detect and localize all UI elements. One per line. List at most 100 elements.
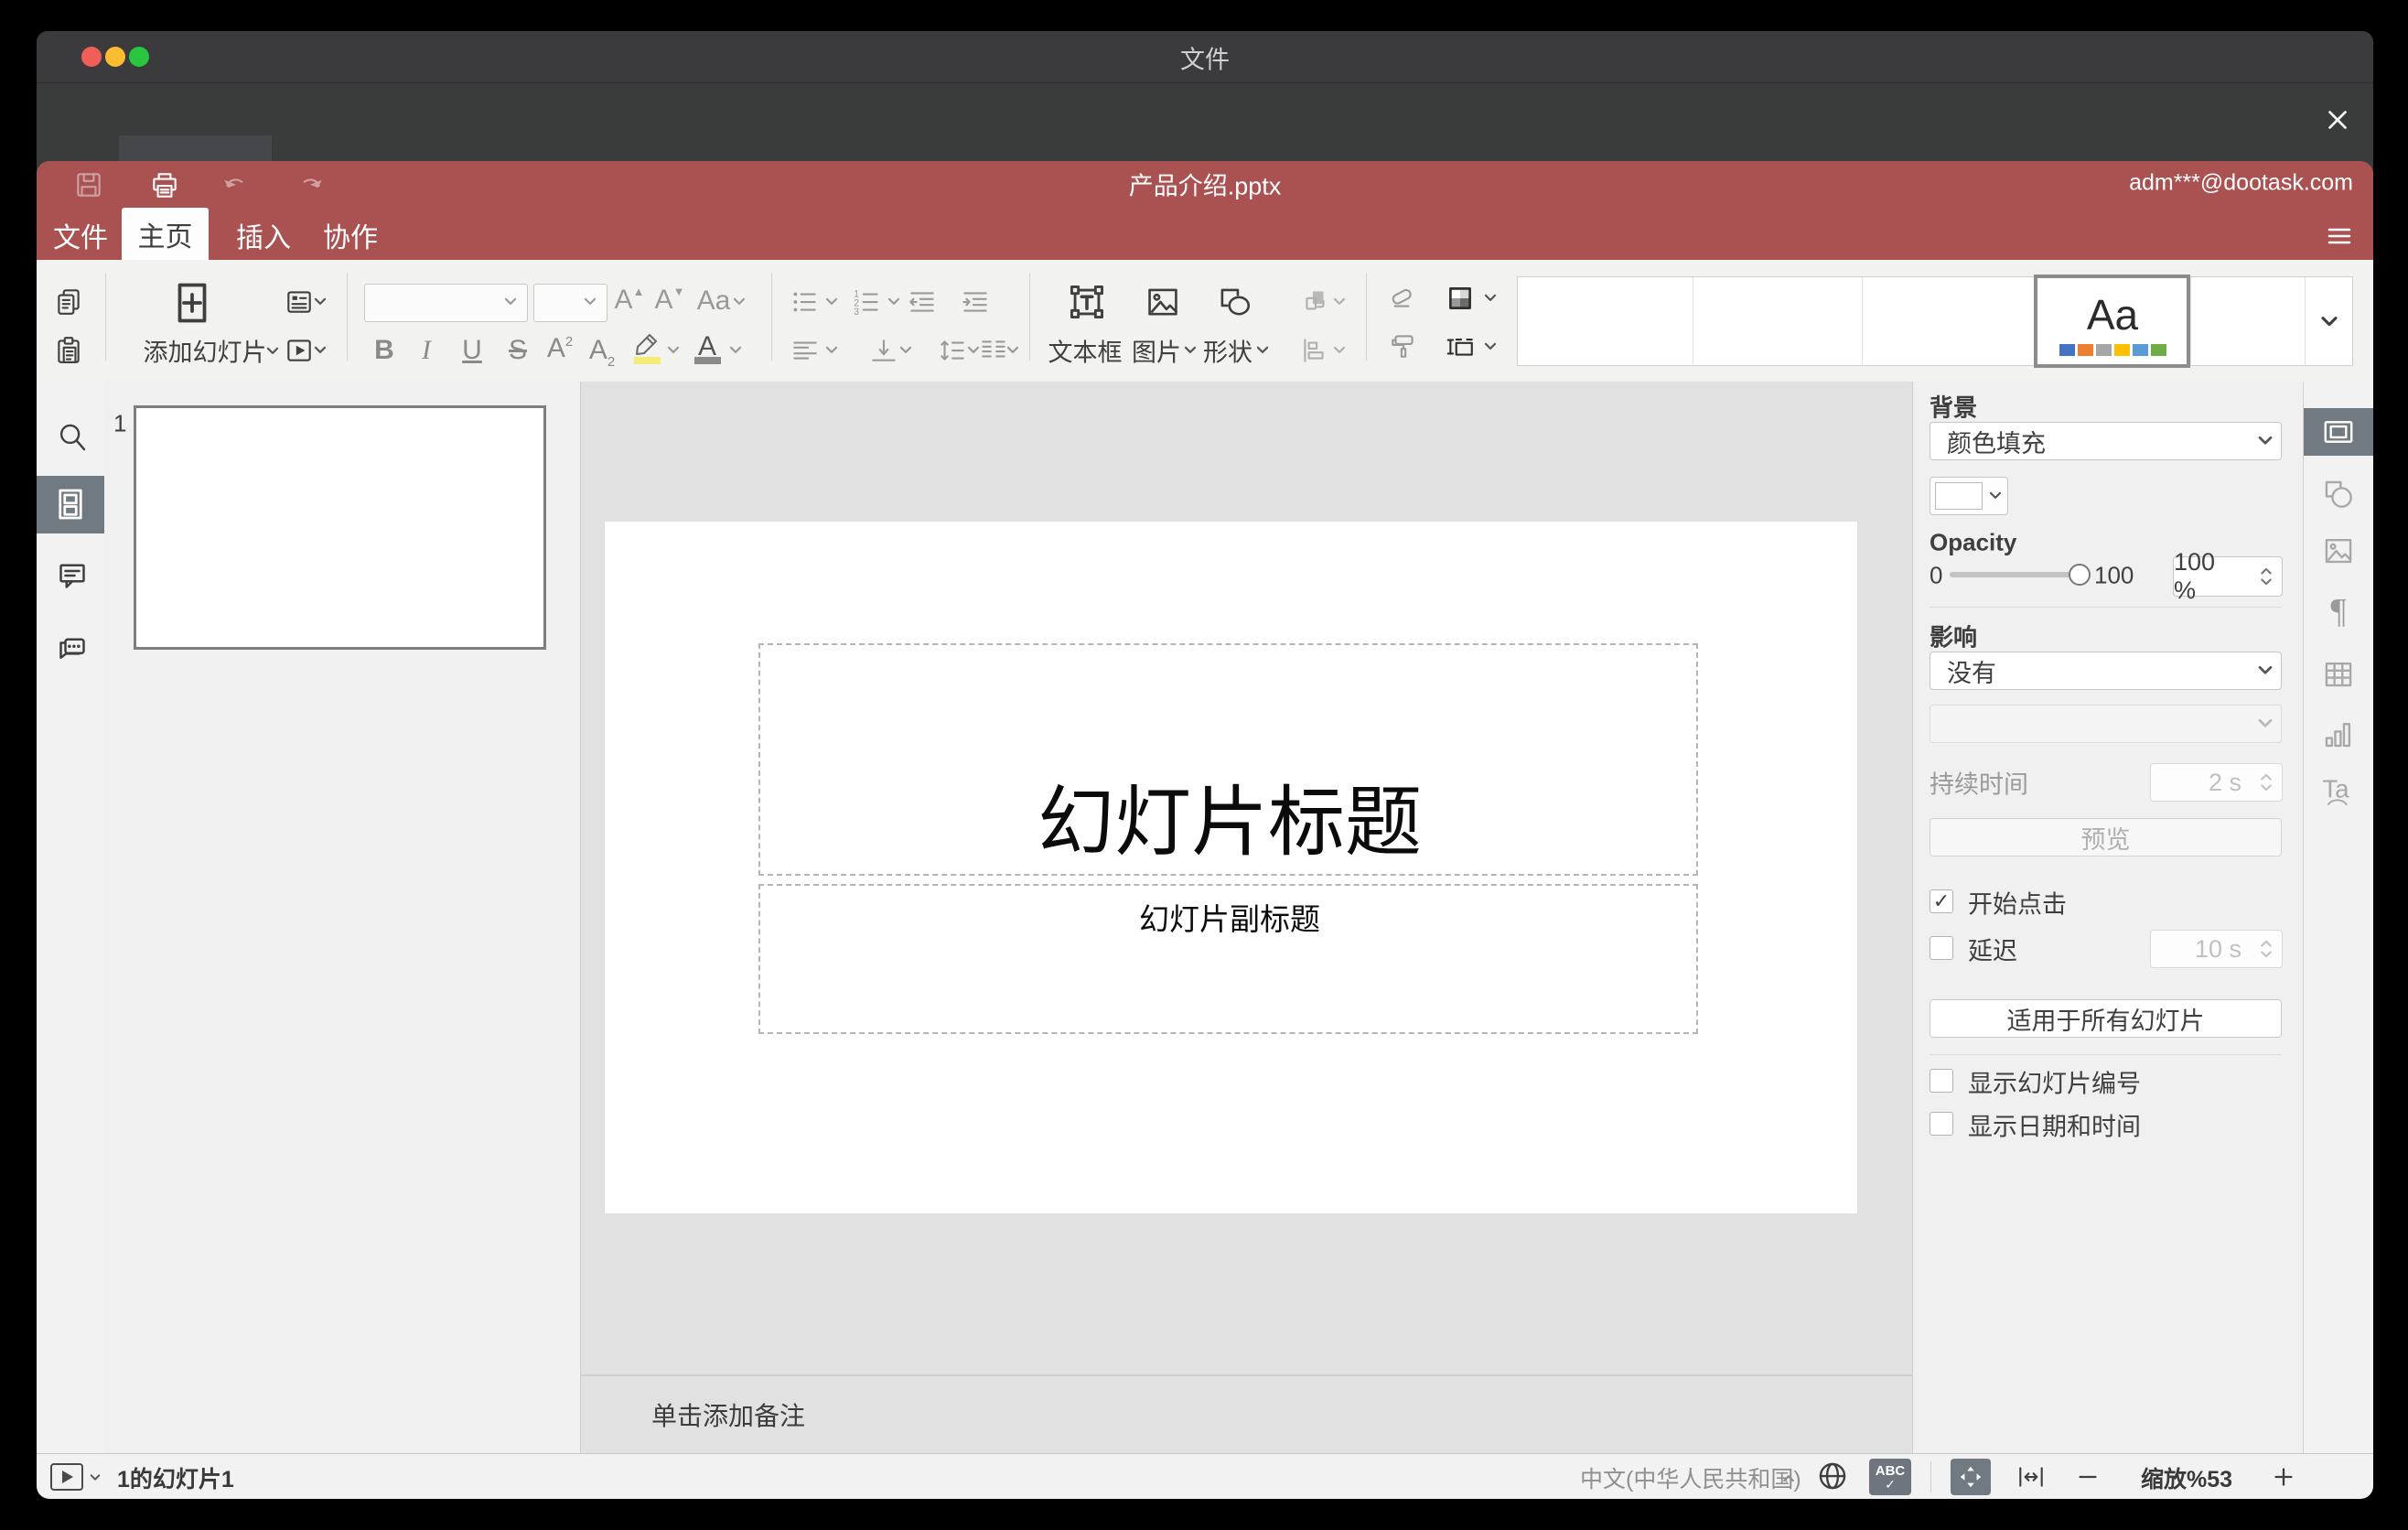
print-icon[interactable] [149,170,180,201]
chat-icon[interactable] [54,631,91,668]
theme-item-3[interactable] [1862,277,2034,365]
paragraph-settings-icon[interactable]: ¶ [2330,591,2346,631]
highlight-chevron-icon[interactable] [667,346,681,355]
font-color-chevron-icon[interactable] [729,346,743,355]
theme-gallery-expand[interactable] [2305,277,2354,365]
arrange-icon[interactable] [1300,286,1331,318]
show-date-time-checkbox[interactable] [1930,1112,1953,1136]
close-icon[interactable] [2324,106,2351,134]
start-on-click-checkbox[interactable]: ✓ [1930,889,1953,913]
notes-divider[interactable] [580,1374,1912,1376]
add-slide-button[interactable]: 添加幻灯片 [144,333,267,369]
image-settings-icon[interactable] [2321,533,2356,568]
decrease-indent-icon[interactable] [907,286,938,318]
minimize-traffic-light[interactable] [105,47,125,67]
vertical-align-icon[interactable] [868,335,899,366]
language-caret-icon[interactable] [1782,1473,1795,1482]
fill-color-chevron-icon[interactable] [1484,294,1498,303]
slide-layout-icon[interactable] [284,286,315,318]
numbered-list-icon[interactable]: 123 [852,286,883,318]
shape-settings-icon[interactable] [2321,477,2356,512]
bold-button[interactable]: B [374,335,394,366]
tab-slide-settings[interactable] [2304,408,2373,456]
effect-select[interactable]: 没有 [1930,652,2282,690]
tab-insert[interactable]: 插入 [222,210,305,260]
horizontal-align-icon[interactable] [790,335,821,366]
theme-item-5[interactable] [2190,277,2305,365]
zoom-traffic-light[interactable] [129,47,149,67]
start-slideshow-chevron-icon[interactable] [314,346,328,355]
zoom-out-icon[interactable] [2074,1463,2102,1491]
textart-settings-icon[interactable]: Ta [2320,772,2357,809]
arrange-chevron-icon[interactable] [1333,297,1347,307]
slide-subtitle-text[interactable]: 幻灯片副标题 [1139,895,1320,939]
search-icon[interactable] [55,420,90,455]
undo-icon[interactable] [220,171,252,202]
horizontal-align-chevron-icon[interactable] [825,346,839,355]
vertical-align-chevron-icon[interactable] [899,346,913,355]
shape-chevron-icon[interactable] [1256,346,1270,355]
tab-collaboration[interactable]: 协作 [309,210,392,260]
opacity-input[interactable]: 100 % [2173,548,2283,604]
opacity-slider-track[interactable] [1950,572,2070,577]
show-slide-number-checkbox[interactable] [1930,1069,1953,1093]
tab-file[interactable]: 文件 [53,210,108,260]
clear-style-icon[interactable] [1386,282,1417,313]
delay-checkbox[interactable] [1930,936,1953,960]
start-slideshow-icon[interactable] [284,335,315,366]
image-chevron-icon[interactable] [1184,346,1198,355]
tab-home[interactable]: 主页 [122,208,209,260]
columns-icon[interactable] [978,335,1009,366]
shape-button[interactable]: 形状 [1203,333,1252,369]
increase-font-icon[interactable]: A▲ [615,285,645,316]
fill-color-picker[interactable] [1930,477,2008,515]
fill-type-select[interactable]: 颜色填充 [1930,422,2282,460]
theme-item-selected[interactable]: Aa [2034,275,2190,368]
subscript-button[interactable]: A2 [589,335,615,370]
line-spacing-icon[interactable] [937,335,968,366]
slide-canvas[interactable]: 幻灯片标题 幻灯片副标题 [605,522,1857,1213]
highlight-color-icon[interactable] [632,330,661,360]
bullet-list-chevron-icon[interactable] [825,297,839,307]
italic-button[interactable]: I [422,335,431,366]
document-language-icon[interactable] [1815,1459,1850,1493]
fill-color-icon[interactable] [1445,283,1476,314]
opacity-slider-thumb[interactable] [2069,564,2091,586]
change-case-button[interactable]: Aa [697,286,731,317]
slide-thumbnail[interactable] [134,405,546,650]
close-traffic-light[interactable] [81,47,102,67]
font-size-chevron-icon[interactable] [584,297,597,307]
zoom-level[interactable]: 缩放%53 [2141,1461,2232,1494]
slide-size-icon[interactable] [1445,331,1476,362]
bullet-list-icon[interactable] [790,286,821,318]
paste-icon[interactable] [53,335,84,366]
numbered-list-chevron-icon[interactable] [887,297,901,307]
start-slideshow-statusbar-button[interactable] [50,1463,83,1491]
font-name-chevron-icon[interactable] [504,297,518,307]
notes-placeholder[interactable]: 单击添加备注 [651,1396,805,1433]
slide-title-text[interactable]: 幻灯片标题 [1037,761,1422,872]
align-shapes-chevron-icon[interactable] [1333,346,1347,355]
fit-slide-button[interactable] [1951,1459,1991,1495]
opacity-spinner-icon[interactable] [2260,565,2273,588]
slide-layout-chevron-icon[interactable] [314,297,328,307]
image-button[interactable]: 图片 [1132,333,1181,369]
slideshow-chevron-icon[interactable] [90,1474,102,1482]
slide-size-chevron-icon[interactable] [1484,342,1498,351]
save-icon[interactable] [73,169,104,200]
apply-all-button[interactable]: 适用于所有幻灯片 [1930,999,2282,1038]
image-icon[interactable] [1144,283,1182,321]
align-shapes-icon[interactable] [1299,335,1330,366]
fit-width-icon[interactable] [2016,1461,2047,1492]
decrease-font-icon[interactable]: A▼ [655,285,685,316]
textbox-button[interactable]: 文本框 [1048,333,1123,369]
shape-icon[interactable] [1215,283,1253,321]
spellcheck-button[interactable]: ABC ✓ [1869,1459,1911,1495]
chart-settings-icon[interactable] [2321,717,2356,752]
copy-style-icon[interactable] [1388,330,1419,361]
change-case-chevron-icon[interactable] [733,297,747,307]
table-settings-icon[interactable] [2321,657,2356,692]
menu-icon[interactable] [2325,221,2354,251]
copy-icon[interactable] [53,286,84,318]
redo-icon[interactable] [295,171,326,202]
